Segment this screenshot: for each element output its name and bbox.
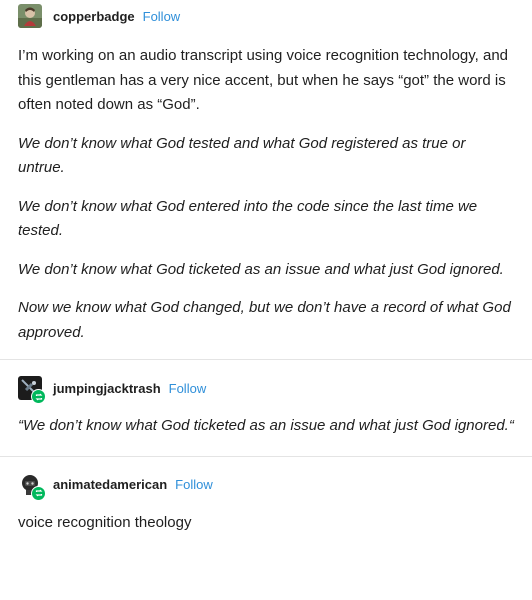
post-text: “We don’t know what God ticketed as an i… — [18, 417, 514, 434]
post-jumpingjacktrash: jumpingjacktrash Follow “We don’t know w… — [0, 360, 532, 456]
post-text: We don’t know what God entered into the … — [18, 197, 478, 240]
post-text: Now we know what God changed, but we don… — [18, 299, 511, 341]
avatar[interactable] — [18, 376, 46, 404]
post-text: We don’t know what God ticketed as an is… — [18, 260, 504, 278]
reblog-icon — [31, 485, 46, 501]
follow-button[interactable]: Follow — [175, 477, 213, 492]
follow-button[interactable]: Follow — [143, 9, 181, 24]
post-animatedamerican: animatedamerican Follow voice recognitio… — [0, 457, 532, 536]
post-text: We don’t know what God tested and what G… — [18, 134, 466, 177]
post-text: voice recognition theology — [18, 513, 192, 531]
post-copperbadge: copperbadge Follow I’m working on an aud… — [0, 0, 532, 359]
avatar[interactable] — [18, 472, 46, 501]
avatar-copperbadge-icon — [18, 4, 42, 28]
username[interactable]: jumpingjacktrash — [53, 381, 161, 396]
post-text: I’m working on an audio transcript using… — [18, 47, 509, 113]
follow-button[interactable]: Follow — [169, 381, 207, 396]
post-header: jumpingjacktrash Follow — [18, 374, 514, 404]
post-header: animatedamerican Follow — [18, 471, 514, 501]
avatar[interactable] — [18, 4, 42, 28]
username[interactable]: copperbadge — [53, 9, 135, 24]
username[interactable]: animatedamerican — [53, 477, 167, 492]
post-header: copperbadge Follow — [18, 2, 514, 30]
reblog-icon — [31, 389, 46, 404]
